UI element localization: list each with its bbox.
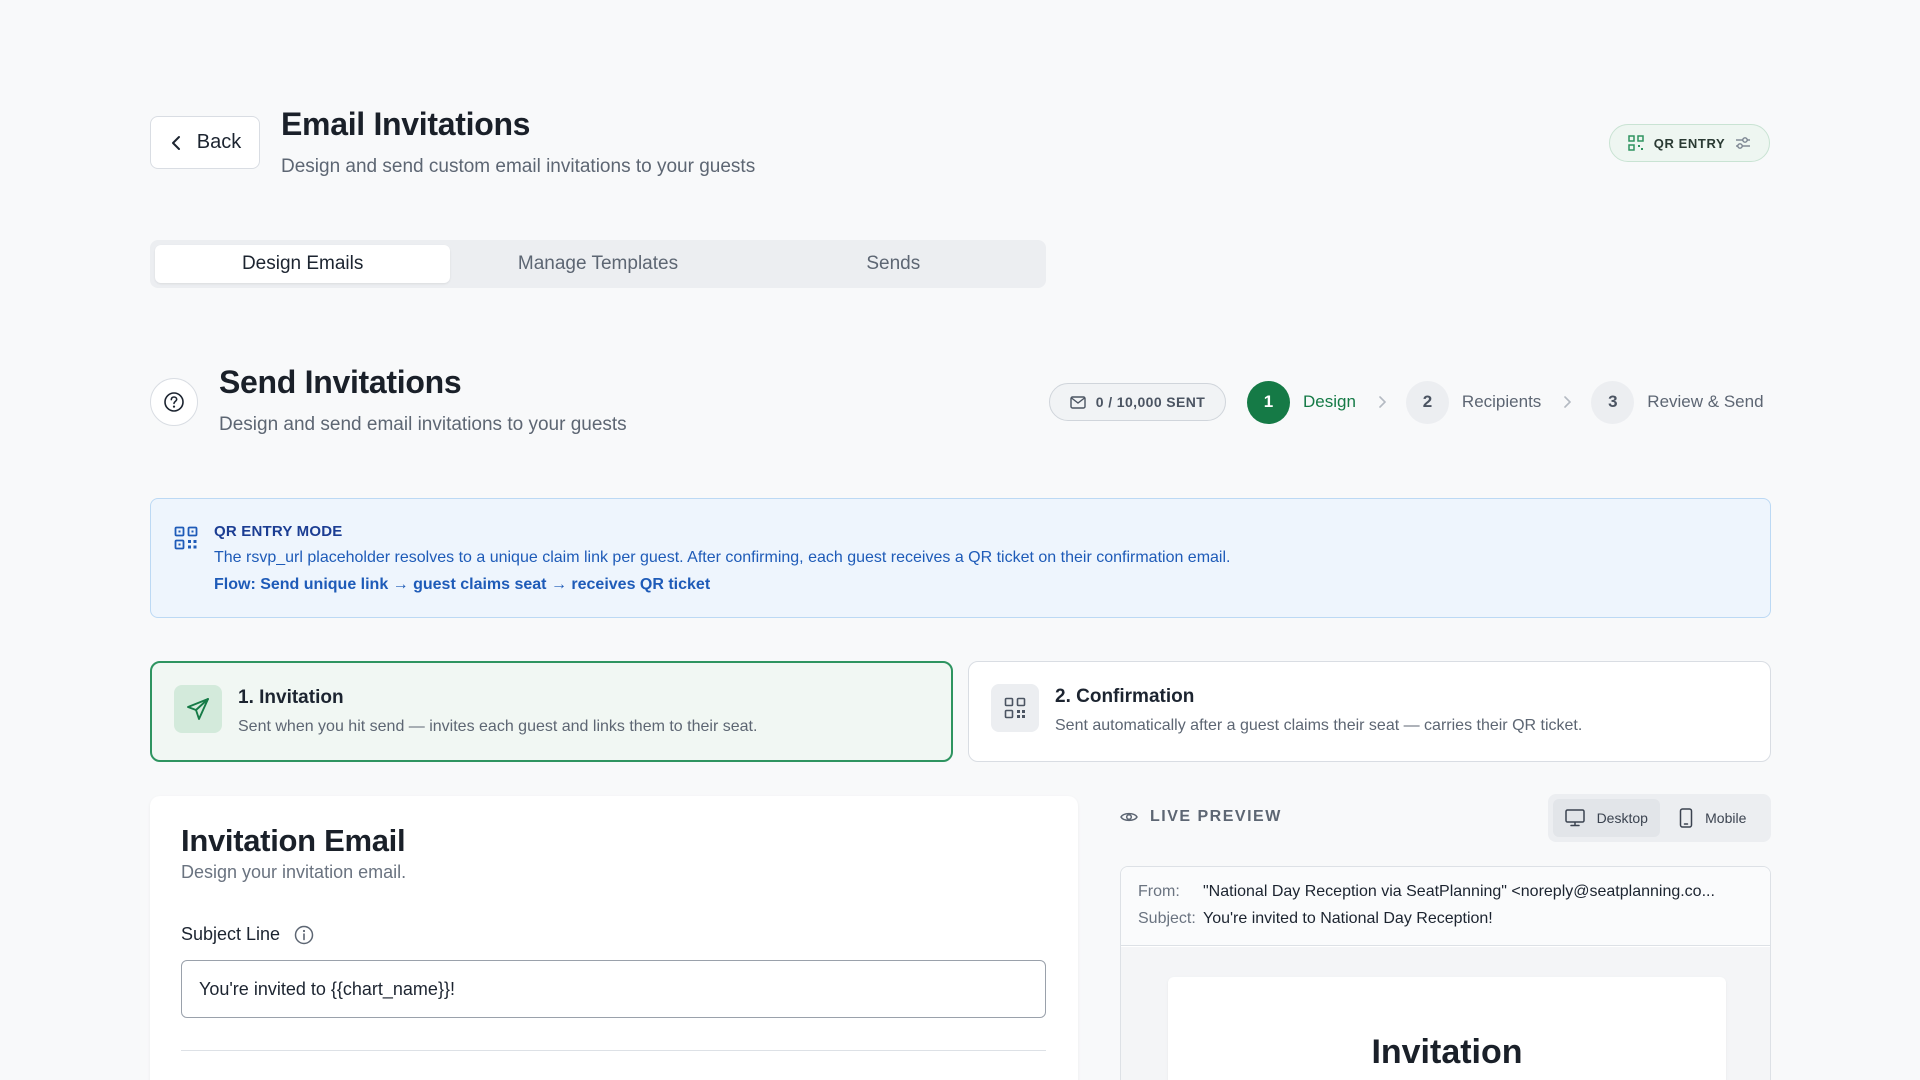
help-button[interactable] [150, 378, 198, 426]
sent-count: 0 / 10,000 SENT [1095, 394, 1206, 410]
qr-code-icon [1004, 697, 1026, 719]
email-type-title: 2. Confirmation [1055, 686, 1195, 707]
subject-line-label: Subject Line [181, 924, 314, 945]
live-preview-label: LIVE PREVIEW [1120, 808, 1282, 826]
mobile-option[interactable]: Mobile [1660, 799, 1767, 837]
qr-mode-title: QR ENTRY MODE [214, 523, 343, 540]
section-title: Send Invitations [219, 364, 462, 400]
back-button[interactable]: Back [150, 116, 260, 169]
step-recipients[interactable]: 2 Recipients [1405, 380, 1542, 424]
from-row: From: "National Day Reception via SeatPl… [1138, 883, 1755, 901]
step-number: 3 [1591, 380, 1635, 424]
qr-entry-mode-banner: QR ENTRY MODE The rsvp_url placeholder r… [150, 498, 1771, 618]
qr-mode-description: The rsvp_url placeholder resolves to a u… [214, 549, 1231, 566]
chevron-right-icon [1564, 396, 1572, 408]
desktop-label: Desktop [1596, 810, 1648, 826]
qr-entry-badge[interactable]: QR ENTRY [1609, 124, 1770, 162]
invitation-email-editor: Invitation Email Design your invitation … [150, 796, 1078, 1080]
email-type-invitation-card[interactable]: 1. Invitation Sent when you hit send — i… [150, 661, 953, 762]
page-title: Email Invitations [281, 106, 531, 142]
mobile-label: Mobile [1705, 810, 1747, 826]
from-value: "National Day Reception via SeatPlanning… [1203, 883, 1715, 900]
email-type-confirmation-card[interactable]: 2. Confirmation Sent automatically after… [968, 661, 1771, 762]
step-number: 2 [1405, 380, 1449, 424]
eye-icon [1120, 812, 1138, 822]
editor-subtitle: Design your invitation email. [181, 862, 407, 882]
subject-key: Subject: [1138, 910, 1196, 927]
step-label: Recipients [1461, 392, 1542, 411]
subject-line-input[interactable] [181, 960, 1046, 1018]
mail-icon [1070, 395, 1086, 409]
info-icon[interactable] [294, 925, 314, 945]
tab-sends[interactable]: Sends [746, 245, 1041, 283]
sent-count-badge: 0 / 10,000 SENT [1049, 383, 1226, 421]
email-type-title: 1. Invitation [238, 687, 344, 708]
subject-value: You're invited to National Day Reception… [1203, 910, 1493, 927]
step-review-send[interactable]: 3 Review & Send [1591, 380, 1764, 424]
monitor-icon [1564, 809, 1585, 827]
email-preview: From: "National Day Reception via SeatPl… [1120, 866, 1771, 1080]
email-preview-card: Invitation [1168, 977, 1726, 1080]
subject-label-text: Subject Line [181, 924, 281, 944]
qr-code-icon [1628, 135, 1644, 151]
preview-heading: Invitation [1371, 1033, 1523, 1071]
confirmation-icon-box [991, 684, 1039, 732]
editor-title: Invitation Email [181, 823, 406, 858]
qr-mode-flow: Flow: Send unique link → guest claims se… [214, 576, 711, 593]
divider [181, 1050, 1046, 1051]
chevron-left-icon [171, 135, 180, 150]
email-type-description: Sent automatically after a guest claims … [1055, 717, 1583, 734]
step-number: 1 [1247, 380, 1290, 424]
step-label: Design [1303, 392, 1356, 411]
qr-code-icon [174, 526, 198, 550]
step-design[interactable]: 1 Design [1247, 380, 1356, 424]
phone-icon [1679, 808, 1693, 828]
step-label: Review & Send [1647, 392, 1764, 411]
progress-stepper: 1 Design 2 Recipients 3 Review & Send [1247, 380, 1764, 424]
main-tabs: Design Emails Manage Templates Sends [150, 240, 1046, 288]
tab-design-emails[interactable]: Design Emails [155, 245, 451, 283]
help-circle-icon [164, 392, 184, 412]
send-icon [187, 698, 209, 720]
live-preview-text: LIVE PREVIEW [1150, 808, 1282, 825]
back-label: Back [196, 131, 242, 153]
email-type-description: Sent when you hit send — invites each gu… [238, 718, 758, 735]
section-subtitle: Design and send email invitations to you… [219, 414, 627, 435]
subject-row: Subject: You're invited to National Day … [1138, 910, 1755, 928]
settings-toggle-icon [1736, 137, 1751, 149]
desktop-option[interactable]: Desktop [1553, 799, 1660, 837]
from-key: From: [1138, 883, 1180, 900]
qr-entry-label: QR ENTRY [1653, 135, 1726, 151]
invitation-icon-box [174, 685, 222, 733]
chevron-right-icon [1379, 396, 1386, 408]
page-subtitle: Design and send custom email invitations… [281, 156, 756, 177]
email-preview-header: From: "National Day Reception via SeatPl… [1121, 867, 1770, 946]
tab-manage-templates[interactable]: Manage Templates [450, 245, 745, 283]
device-toggle: Desktop Mobile [1548, 794, 1771, 842]
